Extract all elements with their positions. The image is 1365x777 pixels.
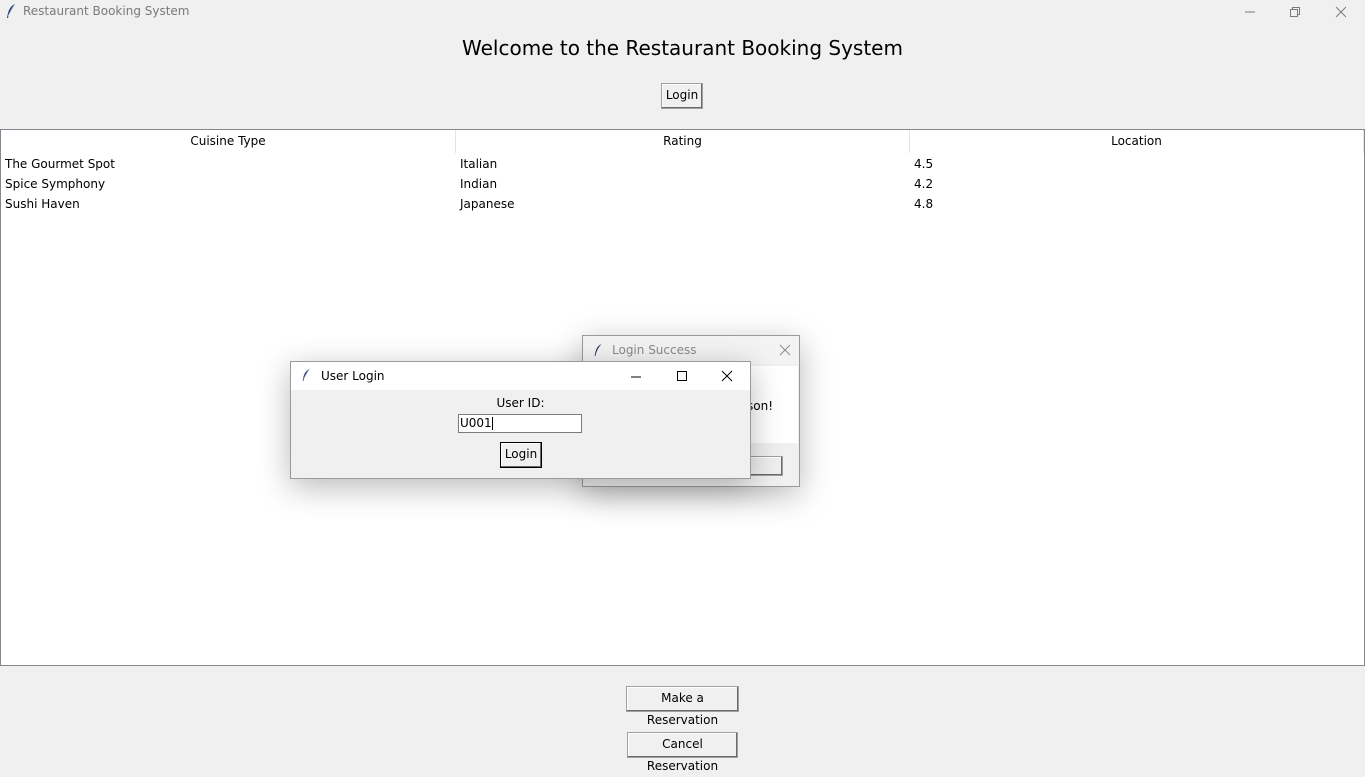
table-row[interactable]: The Gourmet Spot Italian 4.5 bbox=[1, 154, 1364, 174]
make-reservation-button[interactable]: Make a Reservation bbox=[626, 686, 739, 727]
window-title: Restaurant Booking System bbox=[23, 4, 190, 18]
minimize-icon[interactable] bbox=[630, 371, 642, 383]
table-cell: 4.8 bbox=[914, 197, 934, 211]
maximize-icon[interactable] bbox=[676, 370, 688, 382]
table-cell: Indian bbox=[460, 177, 498, 191]
page-title: Welcome to the Restaurant Booking System bbox=[462, 36, 903, 60]
text-cursor bbox=[491, 417, 493, 430]
table-cell: Spice Symphony bbox=[5, 177, 106, 191]
minimize-button[interactable] bbox=[1227, 0, 1273, 23]
column-header-cuisine-type[interactable]: Cuisine Type bbox=[1, 130, 456, 153]
login-button[interactable]: Login bbox=[661, 83, 703, 109]
user-login-titlebar: User Login bbox=[291, 362, 750, 390]
user-id-input[interactable]: U001 bbox=[458, 414, 582, 433]
column-header-location[interactable]: Location bbox=[910, 130, 1364, 153]
table-cell: 4.5 bbox=[914, 157, 934, 171]
minimize-icon bbox=[1245, 11, 1255, 13]
close-button[interactable] bbox=[1318, 0, 1364, 23]
user-login-title: User Login bbox=[321, 369, 385, 383]
feather-icon bbox=[594, 344, 602, 356]
cancel-reservation-button[interactable]: Cancel Reservation bbox=[627, 732, 738, 773]
table-header: Cuisine Type Rating Location bbox=[1, 130, 1364, 153]
user-id-input-value: U001 bbox=[460, 416, 492, 430]
window-titlebar: Restaurant Booking System bbox=[0, 0, 1365, 23]
restore-icon bbox=[1290, 7, 1300, 17]
login-success-title: Login Success bbox=[612, 343, 697, 357]
table-cell: 4.2 bbox=[914, 177, 934, 191]
table-cell: The Gourmet Spot bbox=[5, 157, 115, 171]
close-icon bbox=[1335, 6, 1347, 18]
table-cell: Italian bbox=[460, 157, 498, 171]
column-header-rating[interactable]: Rating bbox=[456, 130, 910, 153]
table-row[interactable]: Spice Symphony Indian 4.2 bbox=[1, 174, 1364, 194]
feather-icon bbox=[7, 3, 16, 18]
user-id-label: User ID: bbox=[496, 396, 545, 410]
table-cell: Japanese bbox=[460, 197, 515, 211]
user-login-submit-button[interactable]: Login bbox=[500, 442, 542, 468]
close-icon[interactable] bbox=[779, 344, 791, 356]
feather-icon bbox=[302, 368, 310, 381]
restore-button[interactable] bbox=[1272, 0, 1318, 23]
close-icon[interactable] bbox=[721, 370, 733, 382]
login-success-titlebar: Login Success bbox=[583, 336, 799, 364]
user-login-dialog[interactable]: User Login User ID: U001 Login bbox=[290, 361, 751, 479]
table-cell: Sushi Haven bbox=[5, 197, 80, 211]
table-row[interactable]: Sushi Haven Japanese 4.8 bbox=[1, 194, 1364, 214]
